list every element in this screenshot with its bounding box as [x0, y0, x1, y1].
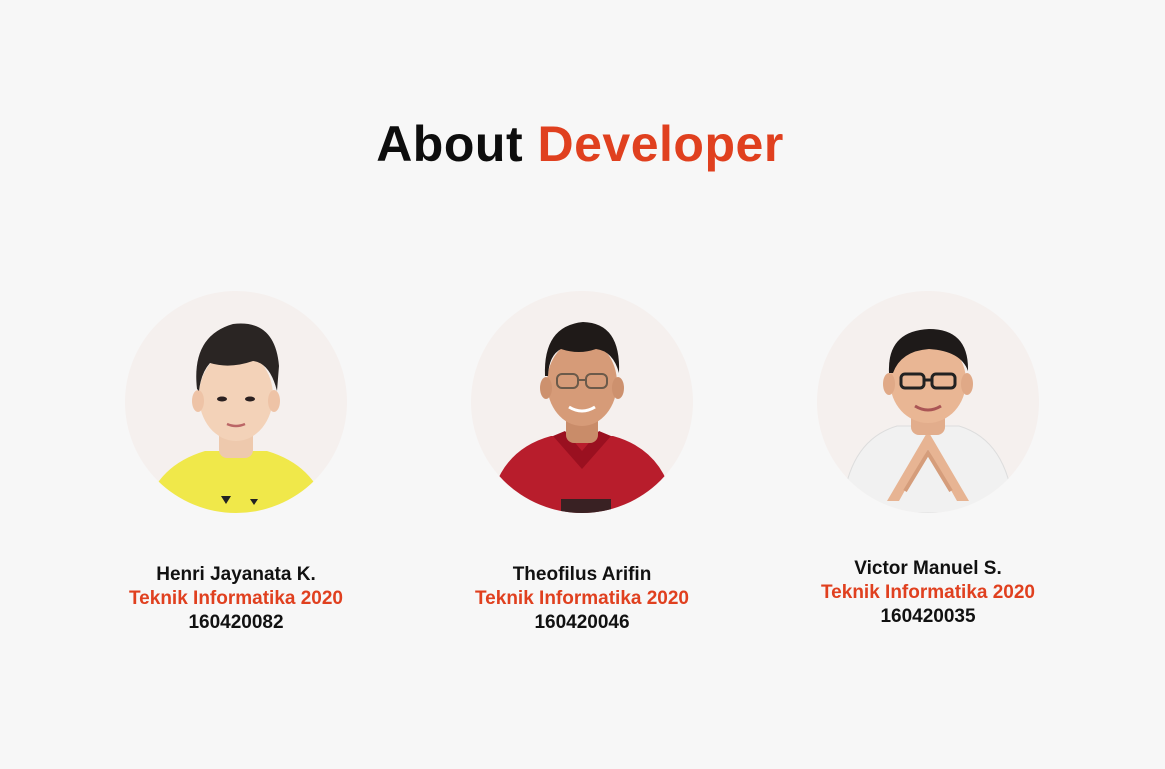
developer-photo-3 [817, 291, 1039, 513]
title-accent: Developer [537, 116, 784, 172]
person-photo-icon [489, 322, 675, 513]
developer-info-2: Theofilus Arifin Teknik Informatika 2020… [442, 563, 722, 635]
person-photo-icon [841, 329, 1015, 513]
developer-photo-1 [125, 291, 347, 513]
developer-nim: 160420082 [188, 612, 284, 633]
developer-major: Teknik Informatika 2020 [128, 588, 344, 609]
developer-card-1: Henri Jayanata K. Teknik Informatika 202… [96, 291, 376, 635]
page-title: About Developer [0, 112, 1160, 176]
title-plain: About [376, 116, 524, 172]
developer-photo-2 [471, 291, 693, 513]
developer-nim: 160420035 [880, 606, 976, 627]
developer-info-3: Victor Manuel S. Teknik Informatika 2020… [788, 557, 1068, 629]
developer-major: Teknik Informatika 2020 [820, 582, 1036, 603]
developer-nim: 160420046 [534, 612, 630, 633]
developer-major: Teknik Informatika 2020 [474, 588, 690, 609]
developer-card-3: Victor Manuel S. Teknik Informatika 2020… [788, 291, 1068, 629]
about-developer-page: About Developer Henri Jayanata K. Teknik… [0, 0, 1165, 769]
developer-info-1: Henri Jayanata K. Teknik Informatika 202… [96, 563, 376, 635]
developer-name: Theofilus Arifin [512, 564, 652, 585]
developer-name: Victor Manuel S. [854, 558, 1002, 579]
developer-card-2: Theofilus Arifin Teknik Informatika 2020… [442, 291, 722, 635]
person-photo-icon [145, 323, 327, 513]
developer-name: Henri Jayanata K. [156, 564, 316, 585]
